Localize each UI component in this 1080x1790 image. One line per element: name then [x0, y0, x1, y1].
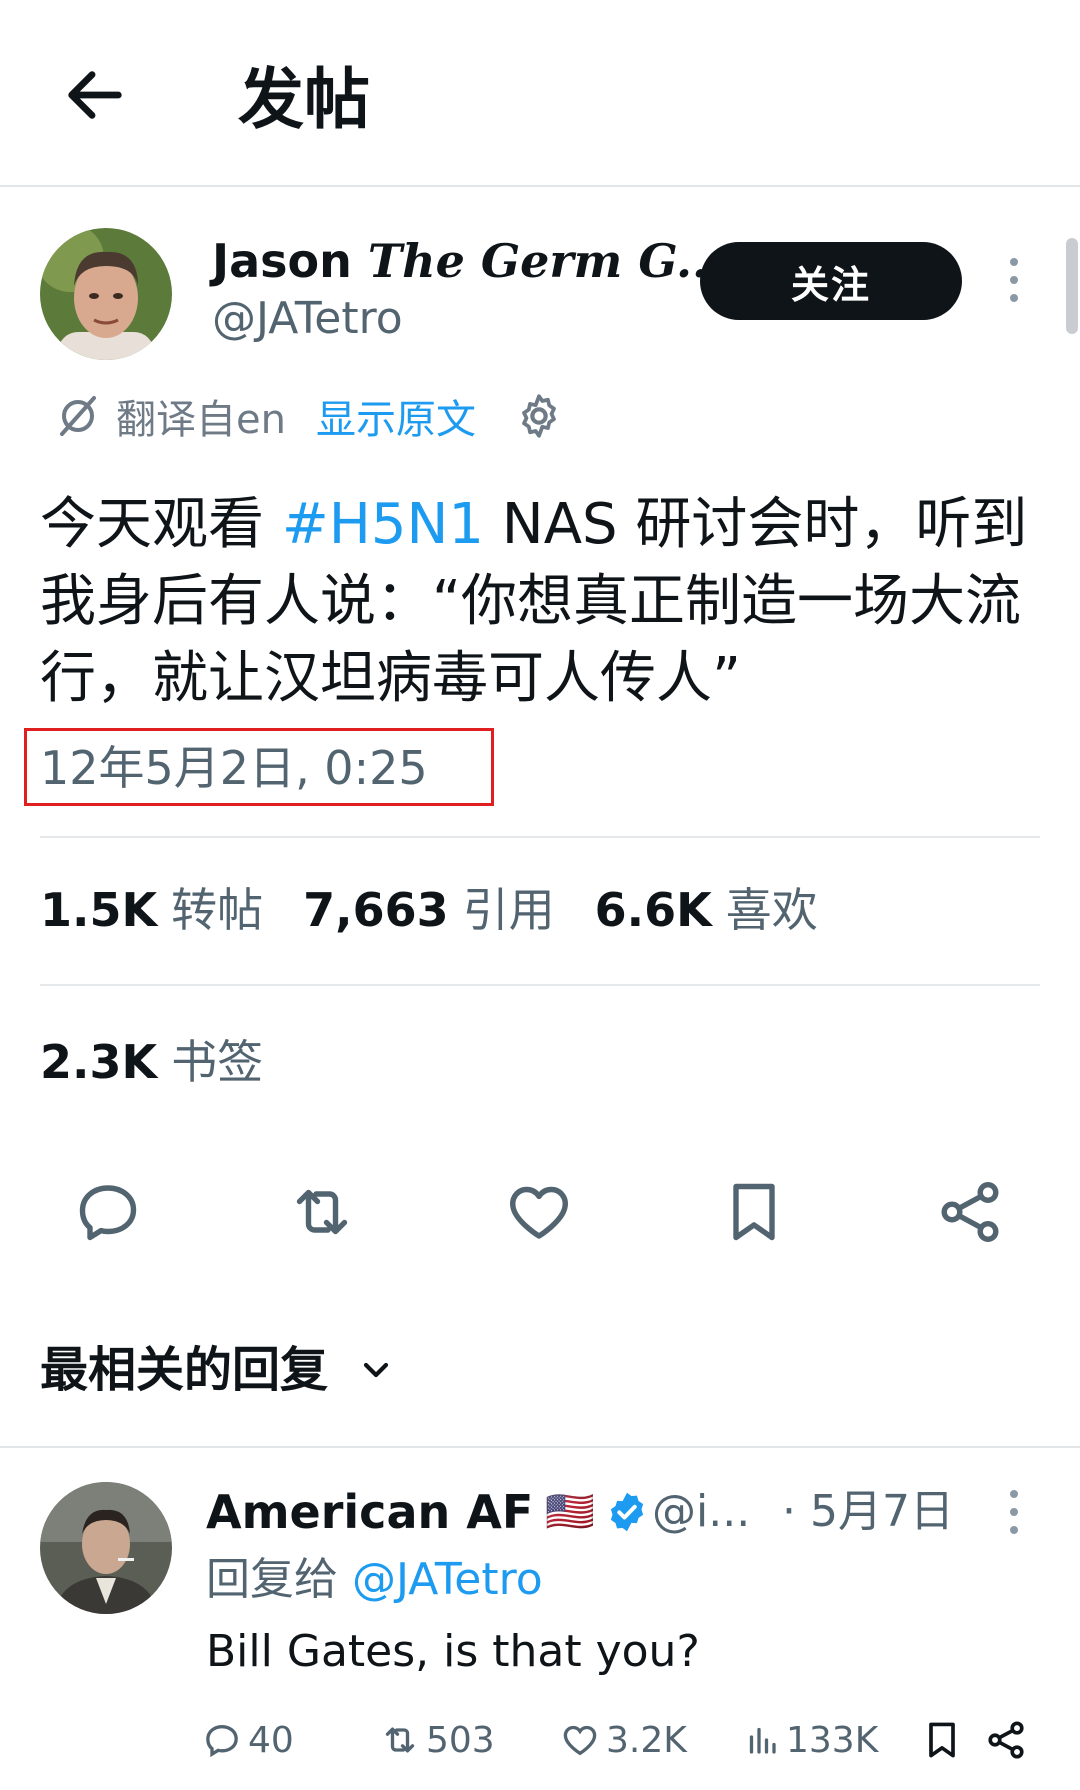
reply-views-count: 133K: [786, 1719, 879, 1761]
chevron-down-icon: [363, 1362, 389, 1378]
author-name[interactable]: Jason The Germ G...: [212, 232, 724, 290]
follow-button[interactable]: 关注: [700, 242, 962, 320]
reply-text: Bill Gates, is that you?: [206, 1626, 700, 1677]
show-original-link[interactable]: 显示原文: [316, 387, 476, 445]
gear-icon[interactable]: [514, 391, 564, 441]
replies-sort-label: 最相关的回复: [40, 1342, 329, 1398]
author-avatar[interactable]: [40, 228, 172, 360]
translated-from-label: 翻译自en: [116, 397, 286, 443]
reply-to-label: 回复给: [206, 1554, 352, 1605]
divider: [40, 984, 1040, 986]
back-button[interactable]: [60, 60, 130, 130]
tweet-text: 今天观看 #H5N1 NAS 研讨会时，听到我身后有人说：“你想真正制造一场大流…: [40, 486, 1040, 717]
quotes-stat[interactable]: 7,663 引用: [303, 880, 555, 940]
divider: [40, 836, 1040, 838]
more-options-icon[interactable]: [1010, 258, 1018, 302]
quotes-count: 7,663: [303, 883, 449, 937]
reply-reply-button[interactable]: 40: [202, 1716, 294, 1764]
hashtag-link[interactable]: #H5N1: [282, 492, 484, 557]
reposts-label: 转帖: [171, 883, 264, 937]
likes-label: 喜欢: [725, 883, 818, 937]
reply-author-handle[interactable]: @i...: [652, 1484, 750, 1540]
reply-views-button[interactable]: 133K: [744, 1716, 878, 1764]
verified-badge-icon[interactable]: [605, 1490, 649, 1534]
reposts-stat[interactable]: 1.5K 转帖: [40, 880, 263, 940]
replies-sort-dropdown[interactable]: 最相关的回复: [40, 1340, 396, 1400]
bookmarks-stat[interactable]: 2.3K 书签: [40, 1032, 263, 1092]
like-icon: [563, 1725, 597, 1756]
translation-bar: 翻译自en 显示原文: [54, 386, 564, 446]
section-divider: [0, 1446, 1080, 1448]
tweet-text-part: 今天观看: [40, 492, 282, 557]
likes-stat[interactable]: 6.6K 喜欢: [595, 880, 818, 940]
reply-like-button[interactable]: 3.2K: [560, 1716, 687, 1764]
repost-icon: [385, 1727, 415, 1753]
reply-more-options-icon[interactable]: [1010, 1490, 1018, 1534]
reply-to-line: 回复给 @JATetro: [206, 1552, 543, 1608]
timestamp-highlight-box: [24, 728, 494, 806]
reply-reposts-count: 503: [426, 1719, 495, 1761]
analytics-icon: [749, 1727, 776, 1754]
reposts-count: 1.5K: [40, 883, 158, 937]
header-divider: [0, 185, 1080, 187]
translate-icon: [60, 396, 96, 436]
bookmarks-count: 2.3K: [40, 1035, 158, 1089]
reply-icon[interactable]: [72, 1176, 144, 1248]
quotes-label: 引用: [462, 883, 555, 937]
reply-share-icon[interactable]: [984, 1716, 1028, 1764]
like-icon[interactable]: [503, 1176, 575, 1248]
reply-date[interactable]: · 5月7日: [782, 1484, 954, 1540]
us-flag-icon: 🇺🇸: [545, 1489, 596, 1535]
author-handle[interactable]: @JATetro: [212, 292, 403, 346]
engagement-stats: 1.5K 转帖 7,663 引用 6.6K 喜欢: [40, 880, 858, 940]
author-name-text: Jason: [212, 234, 368, 288]
reply-replies-count: 40: [248, 1719, 294, 1761]
reply-icon: [206, 1724, 238, 1758]
author-name-italic: The Germ G...: [367, 234, 725, 288]
reply-likes-count: 3.2K: [606, 1719, 687, 1761]
reply-to-handle-link[interactable]: @JATetro: [352, 1554, 543, 1605]
reply-author-avatar[interactable]: [40, 1482, 172, 1614]
bookmark-icon[interactable]: [718, 1176, 790, 1248]
repost-icon[interactable]: [286, 1176, 358, 1248]
share-icon[interactable]: [934, 1176, 1006, 1248]
reply-author-name[interactable]: American AF 🇺🇸: [206, 1484, 649, 1540]
reply-bookmark-icon[interactable]: [920, 1716, 964, 1764]
scrollbar-thumb[interactable]: [1066, 238, 1078, 334]
arrow-left-icon: [68, 71, 122, 119]
reply-repost-button[interactable]: 503: [380, 1716, 495, 1764]
reply-author-name-text: American AF: [206, 1485, 534, 1539]
likes-count: 6.6K: [594, 883, 712, 937]
page-title: 发帖: [238, 61, 370, 138]
bookmarks-label: 书签: [171, 1035, 264, 1089]
